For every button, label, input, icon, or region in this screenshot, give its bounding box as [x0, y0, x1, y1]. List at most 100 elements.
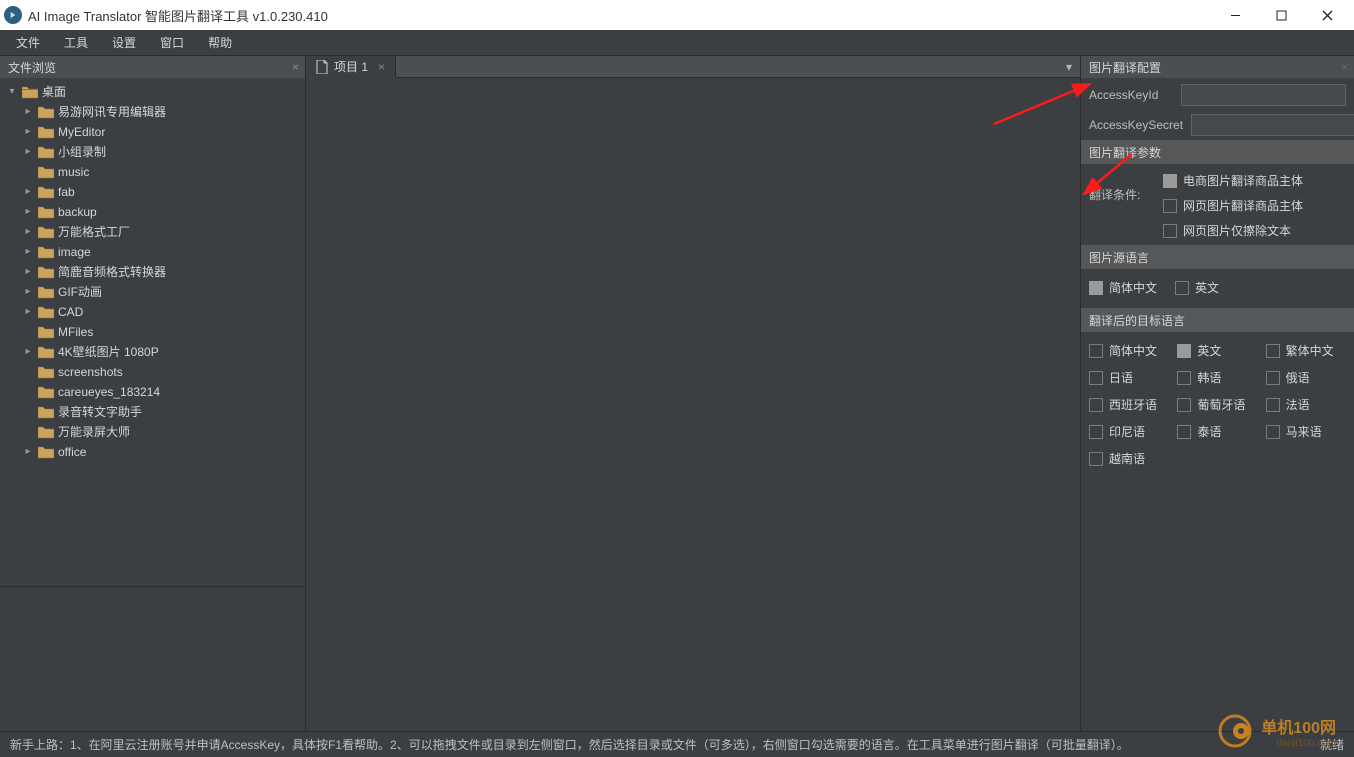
access-key-secret-input[interactable] [1191, 114, 1354, 136]
target-lang-3[interactable]: 日语 [1089, 369, 1169, 386]
tree-item[interactable]: MFiles [0, 322, 305, 342]
checkbox-icon [1175, 281, 1189, 295]
condition-option-2[interactable]: 网页图片仅擦除文本 [1163, 222, 1303, 239]
checkbox-label: 印尼语 [1109, 423, 1145, 440]
tree-item[interactable]: 万能录屏大师 [0, 422, 305, 442]
tab-label: 项目 1 [334, 58, 368, 75]
tree-item-label: 录音转文字助手 [58, 402, 142, 422]
tab-close-icon[interactable]: × [378, 60, 385, 74]
target-lang-7[interactable]: 葡萄牙语 [1177, 396, 1257, 413]
file-browser-close-icon[interactable]: × [292, 60, 299, 74]
target-languages: 简体中文 英文 繁体中文日语 韩语 俄语西班牙语葡萄牙语法语印尼语 泰语 马来语越南语 [1081, 332, 1354, 477]
tree-item[interactable]: ▸易游网讯专用编辑器 [0, 102, 305, 122]
tree-item[interactable]: ▸万能格式工厂 [0, 222, 305, 242]
tab-bar: 项目 1 × ▾ [306, 56, 1080, 78]
condition-option-0[interactable]: 电商图片翻译商品主体 [1163, 172, 1303, 189]
minimize-button[interactable] [1212, 0, 1258, 30]
checkbox-icon [1163, 224, 1177, 238]
tree-item[interactable]: ▸fab [0, 182, 305, 202]
tree-item[interactable]: ▸image [0, 242, 305, 262]
target-lang-4[interactable]: 韩语 [1177, 369, 1257, 386]
folder-icon [38, 185, 54, 199]
tree-root-desktop[interactable]: ▾桌面 [0, 82, 305, 102]
tree-item[interactable]: ▸GIF动画 [0, 282, 305, 302]
source-lang-1[interactable]: 英文 [1175, 279, 1219, 296]
checkbox-label: 简体中文 [1109, 342, 1157, 359]
folder-icon [38, 325, 54, 339]
folder-icon [38, 345, 54, 359]
status-text: 就绪 [1320, 736, 1344, 753]
folder-icon [38, 445, 54, 459]
tree-item-label: careueyes_183214 [58, 382, 160, 402]
tree-item[interactable]: ▸简鹿音频格式转换器 [0, 262, 305, 282]
tree-item[interactable]: careueyes_183214 [0, 382, 305, 402]
condition-option-1[interactable]: 网页图片翻译商品主体 [1163, 197, 1303, 214]
config-panel-close-icon[interactable]: × [1341, 60, 1348, 74]
menu-help[interactable]: 帮助 [196, 30, 244, 55]
condition-label: 翻译条件: [1089, 172, 1153, 239]
menu-tools[interactable]: 工具 [52, 30, 100, 55]
tree-item-label: 4K壁纸图片 1080P [58, 342, 159, 362]
target-lang-10[interactable]: 泰语 [1177, 423, 1257, 440]
close-button[interactable] [1304, 0, 1350, 30]
tree-item-label: MFiles [58, 322, 93, 342]
editor-panel: 项目 1 × ▾ [306, 56, 1080, 731]
tree-item[interactable]: ▸backup [0, 202, 305, 222]
tree-item[interactable]: ▸小组录制 [0, 142, 305, 162]
checkbox-label: 韩语 [1197, 369, 1221, 386]
target-lang-2[interactable]: 繁体中文 [1266, 342, 1346, 359]
target-lang-9[interactable]: 印尼语 [1089, 423, 1169, 440]
checkbox-icon [1177, 425, 1191, 439]
tree-item[interactable]: ▸MyEditor [0, 122, 305, 142]
editor-canvas[interactable] [306, 78, 1080, 731]
folder-icon [38, 105, 54, 119]
preview-panel [0, 586, 305, 731]
checkbox-label: 英文 [1197, 342, 1221, 359]
checkbox-icon [1266, 344, 1280, 358]
target-lang-8[interactable]: 法语 [1266, 396, 1346, 413]
tree-item-label: MyEditor [58, 122, 105, 142]
caret-right-icon: ▸ [22, 102, 34, 122]
app-icon [4, 6, 22, 24]
tree-item[interactable]: screenshots [0, 362, 305, 382]
menu-file[interactable]: 文件 [4, 30, 52, 55]
tree-item[interactable]: ▸CAD [0, 302, 305, 322]
tree-item[interactable]: ▸4K壁纸图片 1080P [0, 342, 305, 362]
target-lang-5[interactable]: 俄语 [1266, 369, 1346, 386]
menu-window[interactable]: 窗口 [148, 30, 196, 55]
target-lang-11[interactable]: 马来语 [1266, 423, 1346, 440]
target-lang-0[interactable]: 简体中文 [1089, 342, 1169, 359]
checkbox-icon [1266, 425, 1280, 439]
target-lang-12[interactable]: 越南语 [1089, 450, 1169, 467]
target-lang-6[interactable]: 西班牙语 [1089, 396, 1169, 413]
source-lang-0[interactable]: 简体中文 [1089, 279, 1157, 296]
tab-project-1[interactable]: 项目 1 × [306, 56, 396, 78]
tree-item-label: GIF动画 [58, 282, 102, 302]
checkbox-label: 泰语 [1197, 423, 1221, 440]
status-hint: 新手上路：1、在阿里云注册账号并申请AccessKey，具体按F1看帮助。2、可… [10, 736, 1129, 753]
file-tree[interactable]: ▾桌面▸易游网讯专用编辑器▸MyEditor▸小组录制music▸fab▸bac… [0, 78, 305, 586]
caret-right-icon: ▸ [22, 222, 34, 242]
checkbox-label: 繁体中文 [1286, 342, 1334, 359]
target-lang-1[interactable]: 英文 [1177, 342, 1257, 359]
maximize-button[interactable] [1258, 0, 1304, 30]
checkbox-icon [1089, 344, 1103, 358]
checkbox-icon [1089, 425, 1103, 439]
folder-icon [38, 405, 54, 419]
folder-icon [38, 165, 54, 179]
tree-item-label: 小组录制 [58, 142, 106, 162]
folder-icon [38, 425, 54, 439]
tree-root-label: 桌面 [42, 82, 66, 102]
folder-icon [38, 245, 54, 259]
checkbox-label: 俄语 [1286, 369, 1310, 386]
tree-item[interactable]: music [0, 162, 305, 182]
folder-open-icon [22, 85, 38, 99]
caret-right-icon: ▸ [22, 202, 34, 222]
checkbox-icon [1089, 398, 1103, 412]
tree-item[interactable]: 录音转文字助手 [0, 402, 305, 422]
checkbox-icon [1266, 398, 1280, 412]
tab-dropdown-icon[interactable]: ▾ [1058, 60, 1080, 74]
menu-settings[interactable]: 设置 [100, 30, 148, 55]
tree-item[interactable]: ▸office [0, 442, 305, 462]
access-key-id-input[interactable] [1181, 84, 1346, 106]
